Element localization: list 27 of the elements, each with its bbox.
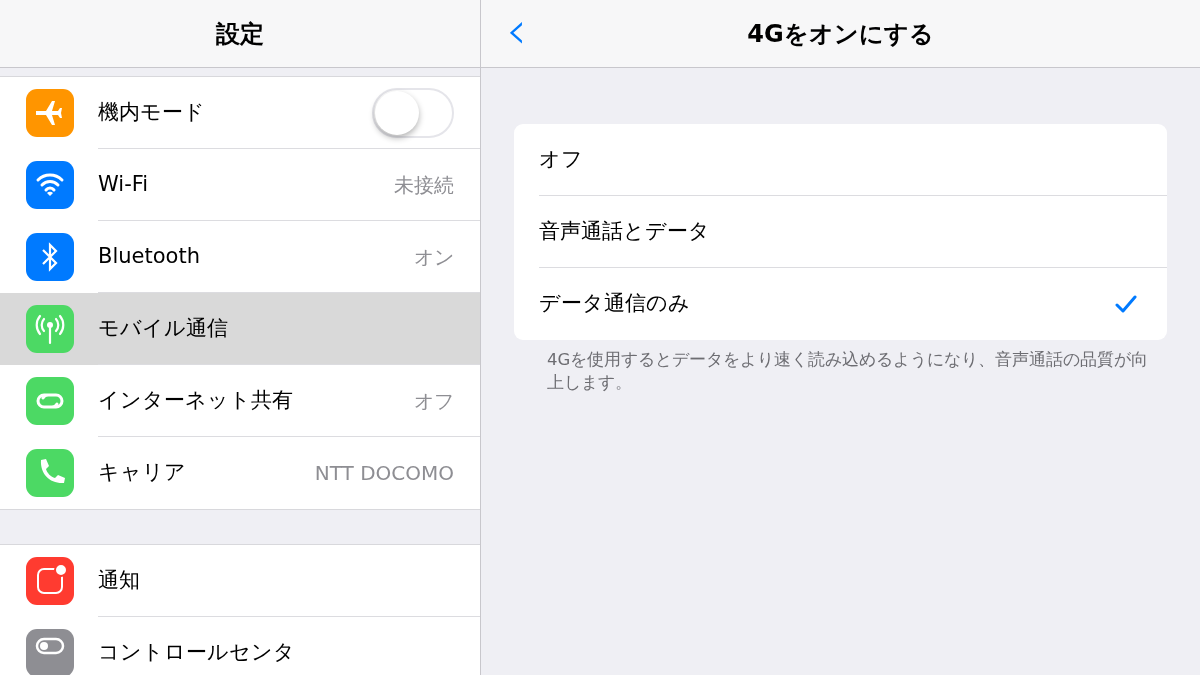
back-button[interactable]: ‹ xyxy=(496,4,537,56)
row-label: インターネット共有 xyxy=(98,386,293,414)
toggle-switch[interactable] xyxy=(372,87,454,138)
sidebar-title: 設定 xyxy=(216,18,264,50)
row-label: Bluetooth xyxy=(98,242,200,270)
row-label: 通知 xyxy=(98,566,140,594)
settings-row[interactable]: Wi-Fi 未接続 xyxy=(0,149,480,221)
settings-row[interactable]: 機内モード xyxy=(0,77,480,149)
row-label: 機内モード xyxy=(98,98,205,126)
option-row[interactable]: オフ xyxy=(539,124,1167,196)
row-value: オフ xyxy=(414,387,454,415)
option-row[interactable]: 音声通話とデータ xyxy=(539,196,1167,268)
settings-row[interactable]: キャリア NTT DOCOMO xyxy=(0,437,480,509)
footnote: 4Gを使用するとデータをより速く読み込めるようになり、音声通話の品質が向上します。 xyxy=(547,349,1150,395)
settings-row[interactable]: インターネット共有 オフ xyxy=(0,365,480,437)
row-value: オン xyxy=(414,243,454,271)
row-label: Wi-Fi xyxy=(98,170,149,198)
row-value: NTT DOCOMO xyxy=(314,460,454,487)
row-label: キャリア xyxy=(98,459,186,487)
row-label: コントロールセンタ xyxy=(98,639,295,667)
row-label: モバイル通信 xyxy=(98,314,228,342)
row-value: 未接続 xyxy=(394,171,454,199)
settings-row[interactable]: 通知 xyxy=(0,545,480,617)
settings-row[interactable]: モバイル通信 xyxy=(0,293,480,365)
page-title: 4Gをオンにする xyxy=(747,18,934,50)
option-row[interactable]: データ通信のみ xyxy=(539,268,1167,340)
settings-row[interactable]: コントロールセンタ xyxy=(0,617,480,675)
